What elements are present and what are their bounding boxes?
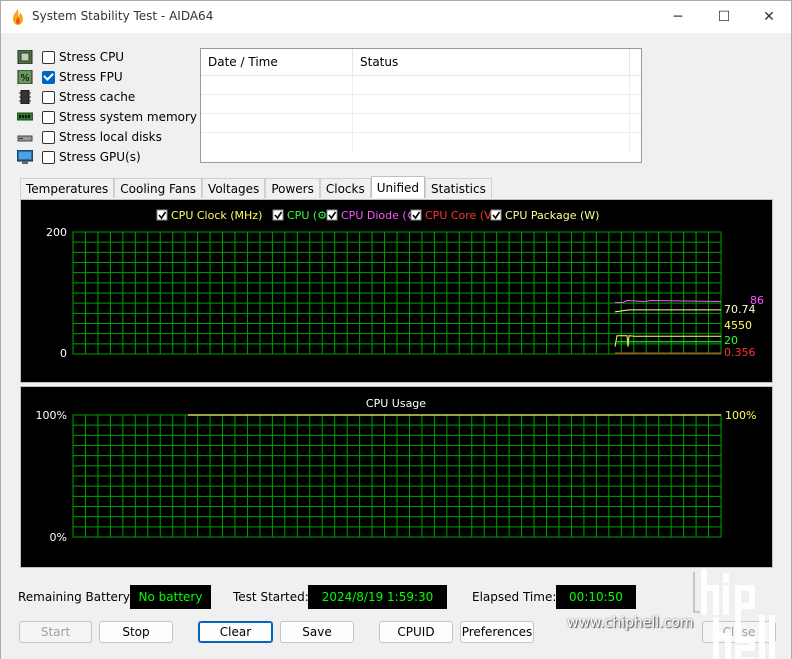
preferences-button[interactable]: Preferences	[460, 621, 534, 643]
elapsed-time-label: Elapsed Time:	[472, 590, 557, 604]
stress-fpu-checkbox[interactable]	[42, 70, 55, 84]
ram-module-icon	[17, 112, 33, 121]
legend-label: CPU Clock (MHz)	[171, 209, 262, 222]
watermark-site-text: www.chiphell.com	[567, 615, 694, 631]
maximize-button[interactable]: ☐	[701, 1, 747, 33]
cpu-chip-icon	[17, 50, 33, 64]
legend-item: CPU (⚙)	[272, 209, 331, 222]
log-header-row: Date / Time Status	[201, 49, 641, 76]
stress-disks-checkbox[interactable]	[42, 130, 55, 144]
tab-clocks[interactable]: Clocks	[319, 178, 371, 198]
y-axis-max-label: 100%	[36, 409, 67, 422]
legend-item: CPU Diode (⚙)	[326, 209, 421, 222]
legend-item: CPU Clock (MHz)	[156, 209, 262, 222]
stress-memory-label: Stress system memory	[59, 110, 198, 124]
legend-label: CPU Diode (⚙)	[341, 209, 421, 222]
stress-cache-option[interactable]: Stress cache	[17, 88, 135, 106]
stress-memory-option[interactable]: Stress system memory	[17, 108, 197, 126]
stress-cache-checkbox[interactable]	[42, 90, 55, 104]
series-cpu-diode-line	[615, 300, 722, 304]
legend-label: CPU (⚙)	[287, 209, 331, 222]
stress-memory-checkbox[interactable]	[42, 110, 55, 124]
aida64-flame-icon	[13, 9, 23, 25]
stress-cpu-checkbox[interactable]	[42, 50, 55, 64]
unified-chart: CPU Clock (MHz) CPU (⚙) CPU Diode (⚙) CPU C…	[46, 209, 764, 360]
close-window-button[interactable]: ✕	[746, 1, 792, 33]
stress-disks-label: Stress local disks	[59, 130, 162, 144]
tab-voltages[interactable]: Voltages	[202, 178, 266, 198]
tab-powers[interactable]: Powers	[265, 178, 320, 198]
legend-item: CPU Core (V)	[410, 209, 496, 222]
svg-text:%: %	[20, 73, 30, 84]
clear-button[interactable]: Clear	[198, 621, 273, 643]
legend-item: CPU Package (W)	[490, 209, 599, 222]
chiphell-logo-watermark	[693, 569, 775, 659]
tab-temperatures[interactable]: Temperatures	[20, 178, 115, 198]
tab-unified[interactable]: Unified	[370, 176, 425, 198]
maximize-icon: ☐	[717, 9, 731, 25]
close-icon: ✕	[763, 9, 775, 25]
chart-grid	[72, 414, 722, 538]
sensor-tabs: Temperatures Cooling Fans Voltages Power…	[20, 176, 492, 198]
stress-gpu-label: Stress GPU(s)	[59, 150, 141, 164]
window-title: System Stability Test - AIDA64	[32, 9, 214, 23]
main-content: Stress CPU % Stress FPU Stress cache Str…	[1, 33, 791, 659]
log-header-status[interactable]: Status	[353, 49, 630, 75]
y-axis-max-label: 200	[46, 226, 67, 239]
legend-label: CPU Core (V)	[425, 209, 496, 222]
cpu-usage-chart: CPU Usage 100% 0% 100%	[36, 397, 757, 544]
event-log-table[interactable]: Date / Time Status	[200, 48, 642, 163]
minimize-button[interactable]: ─	[655, 1, 701, 33]
battery-value: No battery	[130, 585, 211, 609]
cpu-usage-chart-panel: CPU Usage 100% 0% 100%	[20, 386, 773, 568]
stress-disks-option[interactable]: Stress local disks	[17, 128, 162, 146]
tab-statistics[interactable]: Statistics	[425, 178, 492, 198]
cpuid-button[interactable]: CPUID	[379, 621, 453, 643]
stress-cpu-label: Stress CPU	[59, 50, 125, 64]
readout-value: 70.74	[724, 303, 756, 316]
stress-fpu-option[interactable]: % Stress FPU	[17, 68, 123, 86]
cpu-usage-title: CPU Usage	[366, 397, 426, 410]
battery-label: Remaining Battery:	[18, 590, 134, 604]
cache-memory-icon	[19, 90, 31, 104]
stress-cpu-option[interactable]: Stress CPU	[17, 48, 124, 66]
stop-button[interactable]: Stop	[99, 621, 173, 643]
aida64-window: System Stability Test - AIDA64 ─ ☐ ✕ Str…	[0, 0, 792, 659]
title-bar[interactable]: System Stability Test - AIDA64 ─ ☐ ✕	[1, 1, 791, 33]
log-row	[201, 95, 641, 114]
log-row	[201, 133, 641, 152]
legend-label: CPU Package (W)	[505, 209, 599, 222]
stress-cache-label: Stress cache	[59, 90, 136, 104]
readout-value: 4550	[724, 319, 752, 332]
readout-value: 0.356	[724, 346, 756, 359]
monitor-icon	[17, 150, 33, 164]
cpu-usage-readout: 100%	[725, 409, 756, 422]
unified-chart-panel: CPU Clock (MHz) CPU (⚙) CPU Diode (⚙) CPU C…	[20, 199, 773, 383]
test-started-value: 2024/8/19 1:59:30	[308, 585, 447, 609]
disk-drive-icon	[17, 135, 33, 142]
stress-gpu-checkbox[interactable]	[42, 150, 55, 164]
series-cpu-clock-line	[614, 335, 721, 347]
log-row	[201, 114, 641, 133]
stress-gpu-option[interactable]: Stress GPU(s)	[17, 148, 141, 166]
test-started-label: Test Started:	[233, 590, 309, 604]
minimize-icon: ─	[673, 9, 683, 25]
fpu-percent-icon: %	[17, 70, 33, 84]
y-axis-min-label: 0%	[50, 531, 67, 544]
stress-fpu-label: Stress FPU	[59, 70, 123, 84]
series-cpu-package-line	[614, 309, 721, 313]
tab-cooling-fans[interactable]: Cooling Fans	[114, 178, 203, 198]
y-axis-min-label: 0	[60, 347, 67, 360]
save-button[interactable]: Save	[280, 621, 354, 643]
start-button[interactable]: Start	[19, 621, 92, 643]
log-row	[201, 76, 641, 95]
log-header-datetime[interactable]: Date / Time	[201, 49, 353, 75]
